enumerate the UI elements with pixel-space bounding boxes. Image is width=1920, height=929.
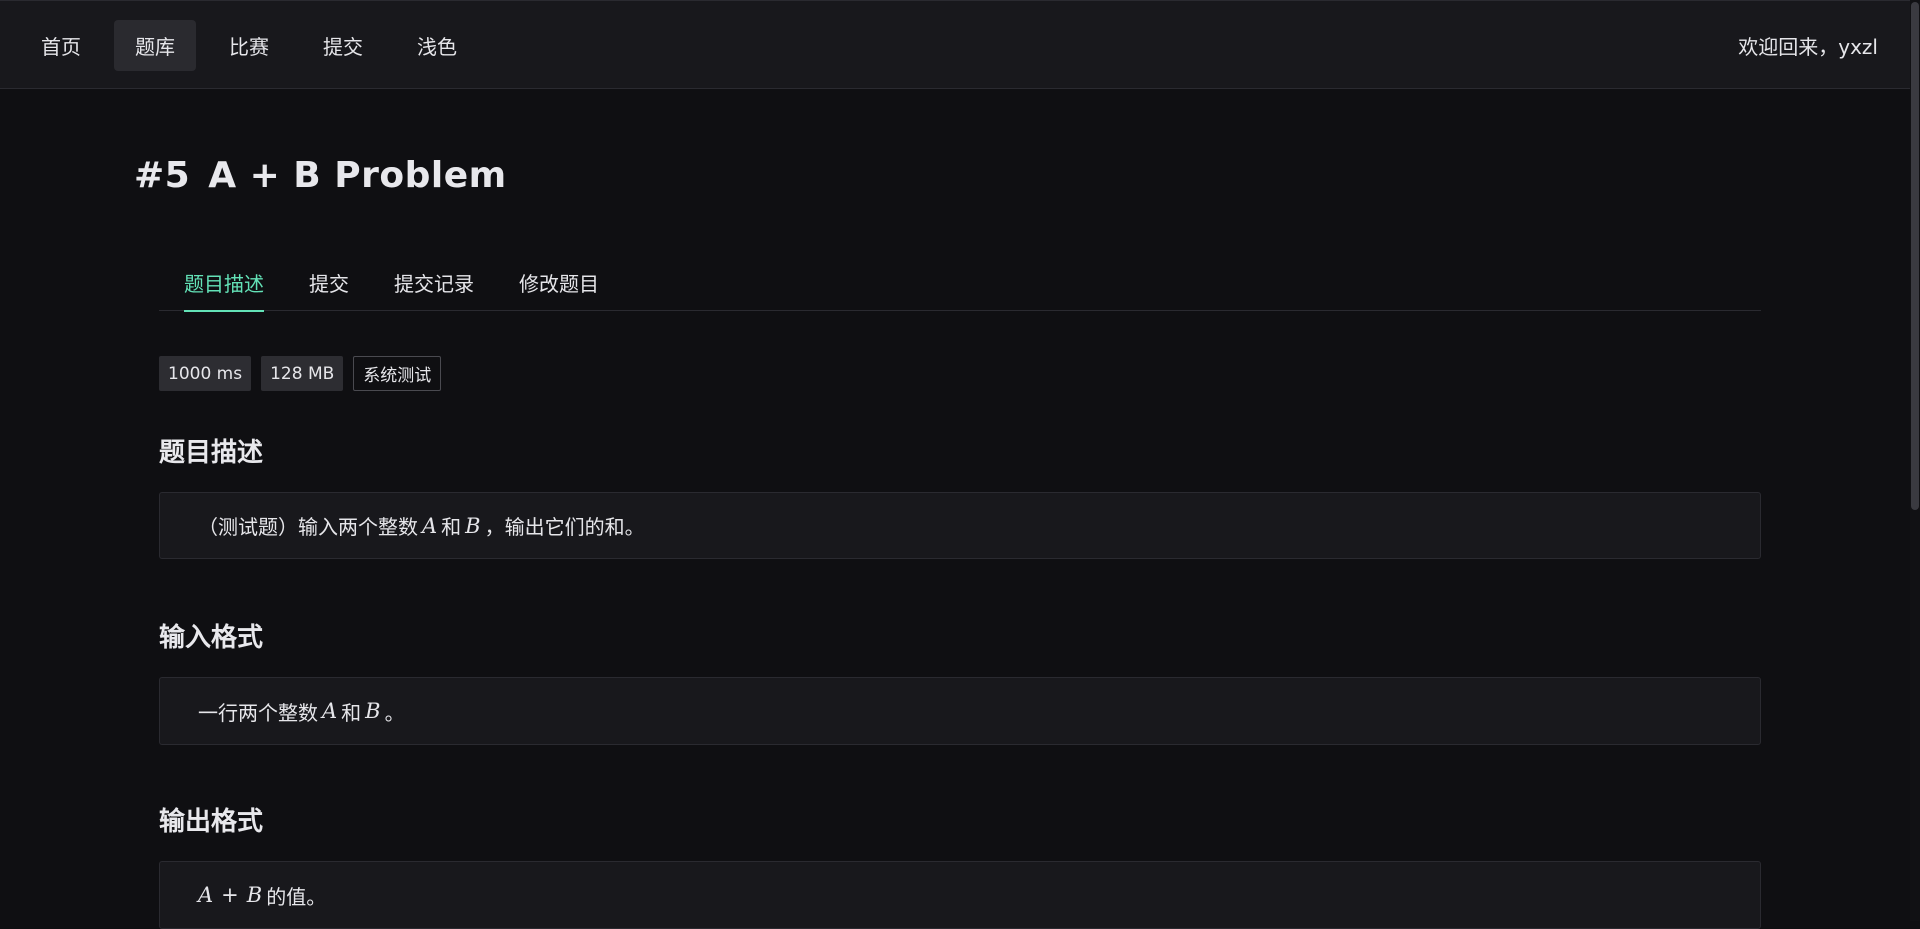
welcome-user-link[interactable]: 欢迎回来，yxzl — [1738, 31, 1878, 60]
math-var-b: B — [465, 513, 481, 538]
time-limit-badge: 1000 ms — [159, 356, 252, 391]
category-badge: 系统测试 — [353, 356, 442, 391]
input-text-before: 一行两个整数 — [198, 700, 318, 725]
nav-item-home[interactable]: 首页 — [20, 20, 102, 71]
nav-item-theme-toggle[interactable]: 浅色 — [396, 20, 478, 71]
math-var-b: B — [246, 883, 263, 907]
nav-item-contests[interactable]: 比赛 — [208, 20, 290, 71]
description-text-before: （测试题）输入两个整数 — [198, 515, 418, 539]
description-panel: （测试题）输入两个整数 A 和 B ，输出它们的和。 — [159, 492, 1761, 559]
output-format-heading: 输出格式 — [159, 807, 264, 837]
page-scrollbar[interactable] — [1910, 0, 1920, 921]
problem-content: #5 A + B Problem 题目描述 提交 提交记录 修改题目 1000 m… — [0, 90, 1910, 929]
tab-description[interactable]: 题目描述 — [184, 268, 264, 312]
tab-edit-problem[interactable]: 修改题目 — [519, 268, 599, 311]
problem-tabs: 题目描述 提交 提交记录 修改题目 — [159, 268, 1761, 312]
problem-id: #5 — [134, 155, 191, 196]
main-nav: 首页 题库 比赛 提交 浅色 — [20, 20, 478, 71]
input-conj: 和 — [341, 700, 362, 725]
math-var-b: B — [365, 699, 381, 723]
top-navigation-bar: 首页 题库 比赛 提交 浅色 欢迎回来，yxzl — [0, 0, 1918, 89]
problem-name: A + B Problem — [208, 155, 507, 196]
output-text-after: 的值。 — [266, 884, 327, 909]
tab-submit[interactable]: 提交 — [309, 268, 349, 311]
memory-limit-badge: 128 MB — [261, 356, 344, 391]
description-text-after: ，输出它们的和。 — [484, 515, 645, 539]
math-var-a: A — [422, 513, 438, 538]
description-conj: 和 — [441, 515, 462, 539]
math-var-a: A — [198, 883, 214, 907]
tab-submission-records[interactable]: 提交记录 — [394, 268, 474, 311]
problem-limits: 1000 ms 128 MB 系统测试 — [159, 356, 442, 391]
scrollbar-thumb[interactable] — [1911, 2, 1919, 510]
nav-item-submissions[interactable]: 提交 — [302, 20, 384, 71]
math-var-a: A — [322, 699, 338, 723]
input-format-heading: 输入格式 — [159, 623, 264, 653]
math-plus-operator: + — [221, 883, 239, 907]
nav-item-problemset[interactable]: 题库 — [114, 20, 196, 71]
output-format-panel: A + B 的值。 — [159, 861, 1761, 929]
page-title: #5 A + B Problem — [134, 155, 507, 196]
input-format-panel: 一行两个整数 A 和 B 。 — [159, 677, 1761, 745]
input-text-after: 。 — [384, 700, 405, 725]
description-heading: 题目描述 — [159, 438, 264, 468]
